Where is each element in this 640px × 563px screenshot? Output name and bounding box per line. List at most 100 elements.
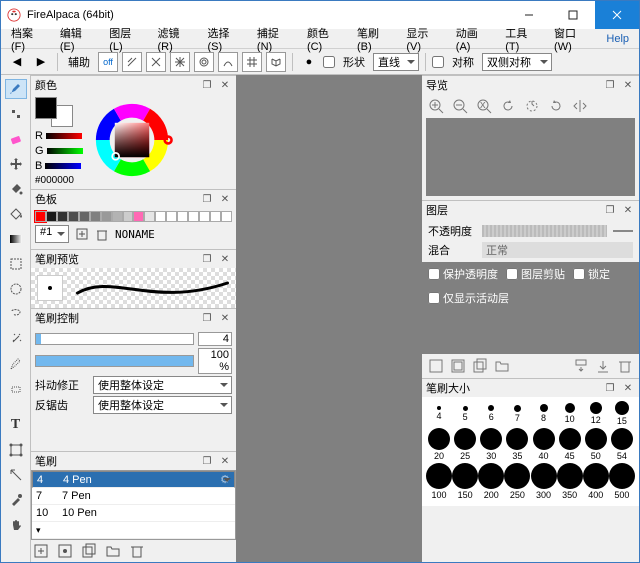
brush-size-dot[interactable]: 250 bbox=[504, 463, 530, 500]
palette-color[interactable] bbox=[68, 211, 79, 222]
new-layer2-icon[interactable] bbox=[450, 358, 466, 374]
palette-color[interactable] bbox=[166, 211, 177, 222]
eraser-tool[interactable] bbox=[5, 129, 27, 149]
brush-size-dot[interactable]: 400 bbox=[583, 463, 609, 500]
shape-checkbox[interactable] bbox=[323, 56, 335, 68]
palette-color[interactable] bbox=[90, 211, 101, 222]
bucket-tool[interactable] bbox=[5, 204, 27, 224]
palette-color[interactable] bbox=[188, 211, 199, 222]
palette-color[interactable] bbox=[155, 211, 166, 222]
undock-icon[interactable]: ❐ bbox=[603, 203, 617, 217]
palette-color[interactable] bbox=[210, 211, 221, 222]
menu-view[interactable]: 显示(V) bbox=[400, 24, 447, 54]
brush-size-dot[interactable]: 35 bbox=[504, 428, 530, 461]
brush-size-dot[interactable]: 50 bbox=[583, 428, 609, 461]
flip-icon[interactable] bbox=[572, 98, 588, 114]
rotate-ccw-icon[interactable] bbox=[500, 98, 516, 114]
brush-size-dot[interactable]: 40 bbox=[531, 428, 557, 461]
delete-brush-icon[interactable] bbox=[129, 543, 145, 559]
text-tool[interactable]: T bbox=[5, 415, 27, 435]
menu-file[interactable]: 档案(F) bbox=[5, 24, 52, 54]
jitter-select[interactable]: 使用整体设定 bbox=[93, 376, 232, 394]
add-icon[interactable] bbox=[75, 227, 89, 241]
brush-size-dot[interactable]: 10 bbox=[557, 403, 583, 424]
snap-cross-icon[interactable] bbox=[146, 52, 166, 72]
palette-color[interactable] bbox=[177, 211, 188, 222]
menu-snap[interactable]: 捕捉(N) bbox=[251, 24, 299, 54]
zoom-out-icon[interactable] bbox=[452, 98, 468, 114]
undock-icon[interactable]: ❐ bbox=[200, 78, 214, 92]
palette-preset-select[interactable]: #1 bbox=[35, 225, 69, 243]
color-wheel[interactable] bbox=[89, 97, 175, 183]
clip-checkbox[interactable]: 图层剪贴 bbox=[506, 266, 565, 282]
menu-color[interactable]: 颜色(C) bbox=[301, 24, 349, 54]
brush-size-dot[interactable]: 7 bbox=[504, 405, 530, 423]
close-icon[interactable]: ✕ bbox=[218, 192, 232, 206]
layer-down-icon[interactable] bbox=[595, 358, 611, 374]
brush-size-dot[interactable]: 4 bbox=[426, 406, 452, 421]
select-ellipse-tool[interactable] bbox=[5, 279, 27, 299]
lasso-tool[interactable] bbox=[5, 304, 27, 324]
close-icon[interactable]: ✕ bbox=[218, 252, 232, 266]
brush-size-dot[interactable]: 20 bbox=[426, 428, 452, 461]
zoom-in-icon[interactable] bbox=[428, 98, 444, 114]
palette-color[interactable] bbox=[79, 211, 90, 222]
brush-size-dot[interactable]: 5 bbox=[452, 406, 478, 422]
brush-size-dot[interactable]: 6 bbox=[478, 405, 504, 422]
palette-color[interactable] bbox=[221, 211, 232, 222]
undock-icon[interactable]: ❐ bbox=[603, 78, 617, 92]
new-layer-icon[interactable] bbox=[428, 358, 444, 374]
duplicate-layer-icon[interactable] bbox=[472, 358, 488, 374]
palette-color[interactable] bbox=[123, 211, 134, 222]
brush-size-dot[interactable]: 30 bbox=[478, 428, 504, 461]
close-icon[interactable]: ✕ bbox=[621, 203, 635, 217]
size-slider[interactable]: 4 bbox=[35, 332, 232, 346]
brush-row[interactable]: 1010 Pen bbox=[32, 505, 235, 522]
close-icon[interactable]: ✕ bbox=[218, 454, 232, 468]
brush-tool[interactable] bbox=[5, 79, 27, 99]
symmetry-checkbox[interactable] bbox=[432, 56, 444, 68]
brush-row[interactable]: 77 Pen bbox=[32, 488, 235, 505]
dot-tool[interactable] bbox=[5, 104, 27, 124]
snap-grid-icon[interactable] bbox=[242, 52, 262, 72]
brush-row[interactable]: ▾ bbox=[32, 522, 235, 539]
close-icon[interactable]: ✕ bbox=[621, 78, 635, 92]
menu-filter[interactable]: 滤镜(R) bbox=[151, 24, 199, 54]
palette-color[interactable] bbox=[199, 211, 210, 222]
brush-size-dot[interactable]: 25 bbox=[452, 428, 478, 461]
close-icon[interactable]: ✕ bbox=[218, 78, 232, 92]
palette-row[interactable] bbox=[35, 211, 232, 222]
assist-off-button[interactable]: off bbox=[98, 52, 118, 72]
menu-tool[interactable]: 工具(T) bbox=[499, 24, 546, 54]
undock-icon[interactable]: ❐ bbox=[603, 381, 617, 395]
select-pen-tool[interactable] bbox=[5, 354, 27, 374]
palette-color[interactable] bbox=[144, 211, 155, 222]
palette-color[interactable] bbox=[101, 211, 112, 222]
palette-color[interactable] bbox=[57, 211, 68, 222]
aa-select[interactable]: 使用整体设定 bbox=[93, 396, 232, 414]
active-only-checkbox[interactable]: 仅显示活动层 bbox=[428, 290, 633, 306]
hand-tool[interactable] bbox=[5, 515, 27, 535]
close-icon[interactable]: ✕ bbox=[218, 311, 232, 325]
add-brush2-icon[interactable] bbox=[57, 543, 73, 559]
magic-wand-tool[interactable] bbox=[5, 329, 27, 349]
snap-parallel-icon[interactable] bbox=[122, 52, 142, 72]
next-button[interactable]: ▶ bbox=[31, 52, 51, 72]
palette-color[interactable] bbox=[133, 211, 144, 222]
rotate-reset-icon[interactable] bbox=[524, 98, 540, 114]
shape-select[interactable]: 直线 bbox=[373, 53, 419, 71]
undock-icon[interactable]: ❐ bbox=[200, 454, 214, 468]
brush-size-dot[interactable]: 8 bbox=[531, 404, 557, 423]
close-button[interactable] bbox=[595, 1, 639, 29]
brush-size-dot[interactable]: 54 bbox=[609, 428, 635, 461]
merge-down-icon[interactable] bbox=[573, 358, 589, 374]
navigator-view[interactable] bbox=[426, 118, 635, 196]
object-tool[interactable] bbox=[5, 440, 27, 460]
divide-tool[interactable] bbox=[5, 465, 27, 485]
brush-size-dot[interactable]: 100 bbox=[426, 463, 452, 500]
brush-size-dot[interactable]: 300 bbox=[531, 463, 557, 500]
select-erase-tool[interactable] bbox=[5, 379, 27, 399]
add-brush-icon[interactable] bbox=[33, 543, 49, 559]
palette-color[interactable] bbox=[35, 211, 46, 222]
fill-tool[interactable] bbox=[5, 179, 27, 199]
